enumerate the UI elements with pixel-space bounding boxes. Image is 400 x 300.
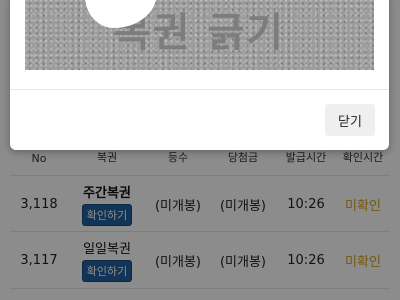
scratch-modal: 복권 긁기 닫기 [10,0,389,150]
scratch-card-area[interactable]: 복권 긁기 [25,0,374,70]
modal-divider [10,89,389,90]
scratch-card-title: 복권 긁기 [113,10,286,56]
close-button[interactable]: 닫기 [325,104,375,136]
